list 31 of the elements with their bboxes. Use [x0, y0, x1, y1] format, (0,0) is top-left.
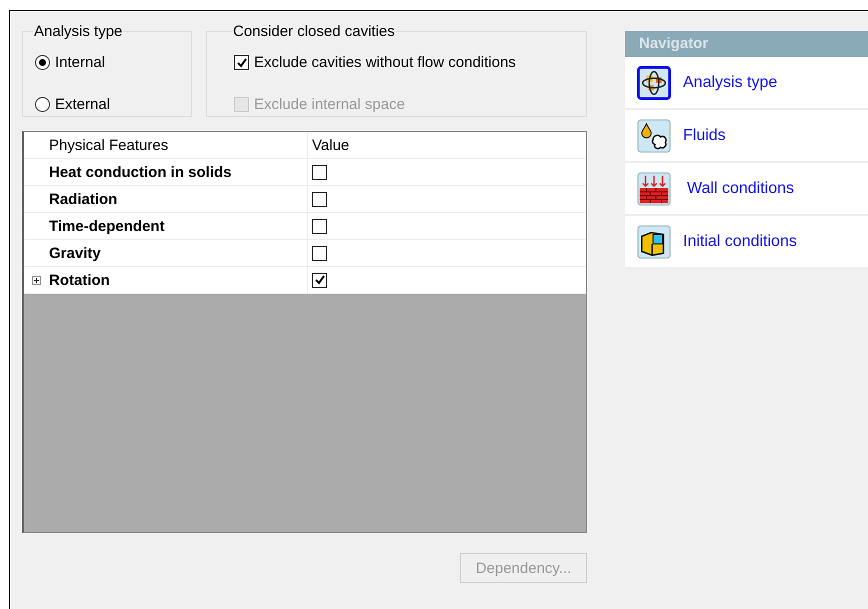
- column-header: Value: [312, 136, 350, 154]
- drop-icon[interactable]: [637, 118, 671, 152]
- column-header: Physical Features: [49, 136, 168, 154]
- cube-icon[interactable]: [637, 224, 671, 258]
- navigator-link[interactable]: Fluids: [683, 126, 726, 144]
- group-title: Analysis type: [33, 23, 124, 40]
- feature-label: Heat conduction in solids: [49, 164, 232, 180]
- radio-button[interactable]: [35, 97, 50, 112]
- radio-label: External: [55, 96, 110, 113]
- checkbox[interactable]: [312, 218, 327, 234]
- feature-label: Gravity: [49, 244, 101, 262]
- feature-label: Rotation: [49, 272, 110, 288]
- radio-label: Internal: [55, 54, 106, 71]
- brick-wall-icon[interactable]: [637, 172, 671, 206]
- checkbox[interactable]: [312, 164, 327, 180]
- checkbox[interactable]: [312, 272, 327, 288]
- checkbox[interactable]: [234, 55, 249, 70]
- checkbox-label: Exclude cavities without flow conditions: [254, 54, 516, 71]
- atom-icon[interactable]: [637, 66, 671, 100]
- feature-label: Time-dependent: [49, 218, 165, 234]
- navigator-link[interactable]: Analysis type: [683, 74, 778, 92]
- checkbox[interactable]: [312, 192, 327, 206]
- navigator-link[interactable]: Initial conditions: [683, 232, 797, 250]
- navigator-header: Navigator: [625, 31, 868, 57]
- group-title: Consider closed cavities: [232, 23, 396, 40]
- checkbox[interactable]: [312, 246, 327, 260]
- checkbox-label: Exclude internal space: [254, 96, 405, 113]
- radio-button[interactable]: [35, 55, 50, 70]
- navigator-link[interactable]: Wall conditions: [687, 180, 794, 198]
- feature-label: Radiation: [49, 190, 118, 208]
- expand-icon[interactable]: [32, 276, 41, 284]
